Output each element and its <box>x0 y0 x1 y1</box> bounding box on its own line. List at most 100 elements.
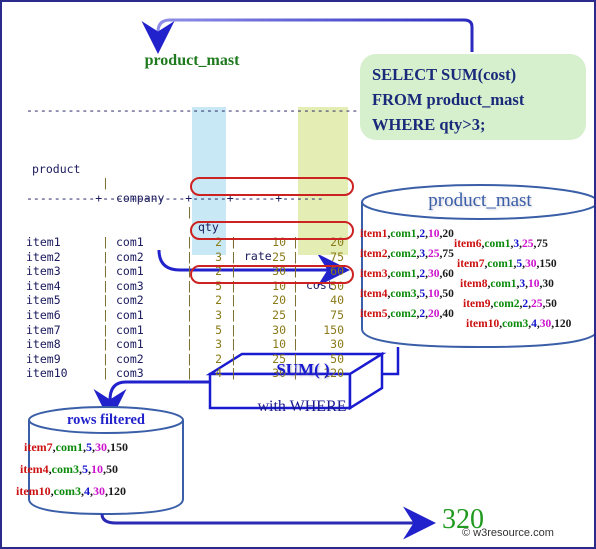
source-cylinder-title: product_mast <box>428 190 532 211</box>
pipe-1: | <box>102 176 109 191</box>
cell-company: com1 <box>116 264 144 279</box>
cell-company: com2 <box>116 249 144 264</box>
cell-sep: | <box>186 307 193 322</box>
cylinder-row: item5,com2,2,20,40 <box>360 308 454 320</box>
cell-company: com2 <box>116 351 144 366</box>
cell-sep: | <box>102 366 109 381</box>
header-product: product <box>32 161 81 176</box>
cell-sep: | <box>230 293 237 308</box>
source-cylinder-right-rows: item6,com1,3,25,75 item7,com1,5,30,150 ite… <box>454 238 594 338</box>
sql-query-box: SELECT SUM(cost) FROM product_mast WHERE… <box>360 54 586 140</box>
table-row: item6 | com1 | 3 | 25 | 75 <box>26 308 372 323</box>
cell-sep: | <box>292 307 299 322</box>
table-body: item1 | com1 | 2 | 10 | 20 item2 | com2 | 3 | 25 | 75 item… <box>26 235 372 381</box>
cell-product: item9 <box>26 351 61 366</box>
cell-sep: | <box>230 351 237 366</box>
cylinder-row: item9,com2,2,25,50 <box>463 298 557 310</box>
cell-product: item8 <box>26 337 61 352</box>
cell-rate: 25 <box>272 307 286 322</box>
cell-cost: 40 <box>330 293 344 308</box>
cylinder-row: item2,com2,3,25,75 <box>360 248 454 260</box>
cell-cost: 150 <box>323 322 344 337</box>
cell-product: item7 <box>26 322 61 337</box>
cell-sep: | <box>186 366 193 381</box>
cylinder-row: item6,com1,3,25,75 <box>454 238 548 250</box>
cell-product: item5 <box>26 293 61 308</box>
filtered-cylinder-title: rows filtered <box>67 412 145 428</box>
cell-sep: | <box>102 322 109 337</box>
cell-sep: | <box>102 264 109 279</box>
query-line-3: WHERE qty>3; <box>372 115 486 134</box>
cell-qty: 5 <box>215 322 222 337</box>
cell-sep: | <box>186 322 193 337</box>
watermark: © w3resource.com <box>462 527 554 539</box>
cell-qty: 3 <box>215 249 222 264</box>
cell-qty: 3 <box>215 337 222 352</box>
filtered-cylinder-rows: item7,com1,5,30,150 item4,com3,5,10,50 ite… <box>16 440 194 510</box>
cell-company: com3 <box>116 278 144 293</box>
cell-cost: 30 <box>330 337 344 352</box>
table-row: item7 | com1 | 5 | 30 | 150 <box>26 323 372 338</box>
cell-company: com2 <box>116 293 144 308</box>
cell-rate: 10 <box>272 337 286 352</box>
cylinder-row: item3,com1,2,30,60 <box>360 268 454 280</box>
cell-sep: | <box>102 278 109 293</box>
cell-cost: 75 <box>330 249 344 264</box>
cell-rate: 20 <box>272 293 286 308</box>
row-highlight-circle <box>190 220 354 240</box>
table-header-row: product | company | qty | rate | cost <box>26 147 372 293</box>
cell-rate: 30 <box>272 322 286 337</box>
cell-qty: 2 <box>215 293 222 308</box>
cell-qty: 3 <box>215 307 222 322</box>
cell-sep: | <box>230 322 237 337</box>
cylinder-row: item4,com3,5,10,50 <box>360 288 454 300</box>
cylinder-row: item1,com1,2,10,20 <box>360 228 454 240</box>
table-row: item8 | com1 | 3 | 10 | 30 <box>26 337 372 352</box>
query-line-2: FROM product_mast <box>372 90 525 109</box>
cell-product: item4 <box>26 278 61 293</box>
cell-sep: | <box>292 337 299 352</box>
cell-sep: | <box>292 249 299 264</box>
cylinder-row: item10,com3,4,30,120 <box>16 484 126 498</box>
cell-product: item2 <box>26 249 61 264</box>
cell-company: com3 <box>116 366 144 381</box>
arrow-query-to-table <box>141 18 474 54</box>
connector-source-to-sum <box>368 347 400 376</box>
cell-sep: | <box>102 234 109 249</box>
cylinder-row: item10,com3,4,30,120 <box>466 318 572 330</box>
query-line-1: SELECT SUM(cost) <box>372 65 517 84</box>
row-highlight-circle <box>190 177 354 196</box>
cell-sep: | <box>102 337 109 352</box>
row-highlight-circle <box>190 264 354 284</box>
pipe-2: | <box>186 205 193 220</box>
cell-sep: | <box>292 322 299 337</box>
cell-product: item1 <box>26 234 61 249</box>
cell-sep: | <box>186 337 193 352</box>
cell-product: item6 <box>26 307 61 322</box>
cell-company: com1 <box>116 337 144 352</box>
table-title: product_mast <box>144 52 240 69</box>
cell-sep: | <box>230 366 237 381</box>
cell-qty: 4 <box>215 366 222 381</box>
cell-sep: | <box>186 351 193 366</box>
cell-qty: 2 <box>215 351 222 366</box>
cell-cost: 75 <box>330 307 344 322</box>
cell-sep: | <box>230 337 237 352</box>
cell-company: com1 <box>116 307 144 322</box>
cell-sep: | <box>186 249 193 264</box>
cell-sep: | <box>102 249 109 264</box>
cell-sep: | <box>102 307 109 322</box>
cylinder-row: item7,com1,5,30,150 <box>457 258 557 270</box>
cell-product: item10 <box>26 366 68 381</box>
sum-operation-label: SUM( ) <box>276 360 330 379</box>
header-company: company <box>116 190 165 205</box>
table-rule-top: ----------------------------------------… <box>26 103 373 118</box>
cell-sep: | <box>230 307 237 322</box>
arrow-filtered-to-result <box>100 506 436 540</box>
with-where-label: with WHERE <box>257 398 347 415</box>
cell-sep: | <box>186 293 193 308</box>
cylinder-row: item8,com1,3,10,30 <box>460 278 554 290</box>
cell-rate: 25 <box>272 249 286 264</box>
cell-sep: | <box>292 293 299 308</box>
table-row: item2 | com2 | 3 | 25 | 75 <box>26 250 372 265</box>
